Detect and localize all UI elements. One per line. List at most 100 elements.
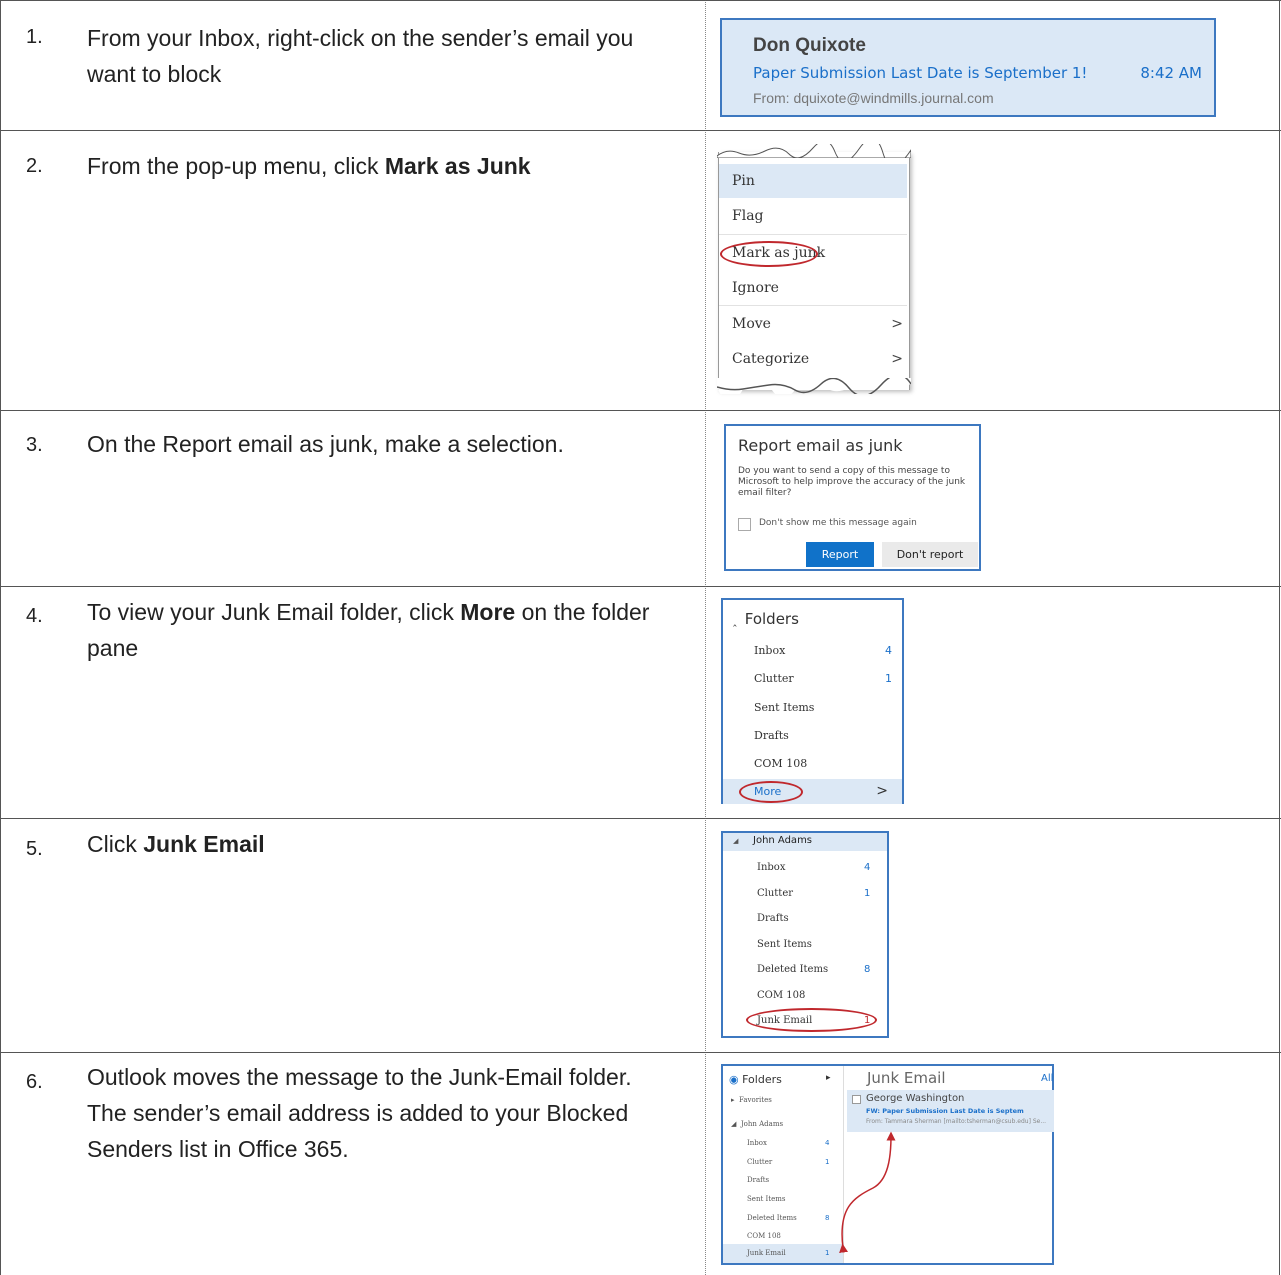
row-border: [0, 0, 1281, 1]
chevron-right-icon: >: [876, 783, 888, 799]
highlight-ellipse: [739, 781, 803, 803]
step-number: 5.: [26, 838, 43, 860]
account-header[interactable]: ◢ John Adams: [723, 833, 887, 851]
folder-item-com108[interactable]: COM 108: [754, 757, 807, 770]
menu-item-pin[interactable]: Pin: [719, 164, 907, 198]
collapse-triangle-icon: ◢: [731, 1120, 737, 1128]
table-border-left: [0, 0, 1, 1275]
dialog-title: Report email as junk: [738, 436, 903, 455]
step-text: On the Report email as junk, make a sele…: [87, 431, 564, 457]
message-from: From: Tammara Sherman [mailto:tsherman@c…: [866, 1118, 1047, 1125]
highlight-ellipse: [746, 1008, 877, 1032]
folder-item-com108[interactable]: COM 108: [747, 1232, 781, 1240]
folder-item-deleted[interactable]: Deleted Items: [747, 1214, 797, 1222]
chevron-right-icon: >: [891, 316, 903, 332]
dialog-body: Do you want to send a copy of this messa…: [738, 466, 966, 498]
unread-count: 1: [825, 1249, 830, 1257]
pane-title: Junk Email: [867, 1069, 946, 1087]
email-from: From: dquixote@windmills.journal.com: [753, 90, 994, 106]
context-menu: Pin Flag Mark as junk Ignore Move > Categ…: [717, 144, 911, 394]
folder-item-sent[interactable]: Sent Items: [754, 701, 814, 714]
step-number: 1.: [26, 26, 43, 48]
outlook-junk-view: ◉ Folders ▸ ▸ Favorites ◢ John Adams Inb…: [721, 1064, 1054, 1265]
folder-label: Junk Email: [747, 1249, 786, 1257]
step-text: Click Junk Email: [87, 831, 265, 857]
chevron-right-icon: >: [891, 351, 903, 367]
report-button[interactable]: Report: [806, 542, 874, 567]
unread-count: 8: [864, 964, 871, 975]
email-list-item[interactable]: Don Quixote Paper Submission Last Date i…: [720, 18, 1216, 117]
sender-name: Don Quixote: [753, 35, 866, 56]
unread-count: 8: [825, 1214, 830, 1222]
expand-triangle-icon: ▸: [731, 1096, 735, 1104]
folder-item-deleted[interactable]: Deleted Items: [757, 964, 828, 975]
folders-header[interactable]: ◉ Folders: [729, 1073, 782, 1086]
table-border-right: [1279, 0, 1280, 1275]
menu-item-move[interactable]: Move >: [719, 307, 907, 341]
folder-item-sent[interactable]: Sent Items: [757, 939, 812, 950]
sender-name: George Washington: [866, 1093, 965, 1104]
folder-item-clutter[interactable]: Clutter: [754, 672, 794, 685]
message-item[interactable]: George Washington FW: Paper Submission L…: [847, 1090, 1054, 1132]
step-text: To view your Junk Email folder, click Mo…: [87, 599, 650, 661]
step-number: 3.: [26, 434, 43, 456]
folder-item-sent[interactable]: Sent Items: [747, 1195, 785, 1203]
folder-item-drafts[interactable]: Drafts: [754, 729, 789, 742]
checkbox-label: Don't show me this message again: [759, 518, 917, 528]
menu-item-categorize[interactable]: Categorize >: [719, 342, 907, 376]
unread-count: 1: [864, 888, 871, 899]
unread-count: 1: [825, 1158, 830, 1166]
folder-item-clutter[interactable]: Clutter: [747, 1158, 772, 1166]
row-border: [0, 130, 1281, 131]
folder-item-drafts[interactable]: Drafts: [747, 1176, 769, 1184]
dont-show-checkbox[interactable]: [738, 518, 751, 531]
folder-item-junk-email-selected[interactable]: Junk Email 1: [723, 1244, 843, 1263]
folder-item-clutter[interactable]: Clutter: [757, 888, 793, 899]
folders-header[interactable]: ‸ Folders: [733, 610, 799, 628]
folder-item-inbox[interactable]: Inbox: [754, 644, 785, 657]
email-time: 8:42 AM: [1140, 64, 1202, 82]
torn-edge-top: [717, 144, 911, 158]
report-junk-dialog: Report email as junk Do you want to send…: [724, 424, 981, 571]
pin-icon[interactable]: ▸: [826, 1073, 831, 1083]
row-border: [0, 586, 1281, 587]
row-border: [0, 410, 1281, 411]
unread-count: 4: [825, 1139, 830, 1147]
folders-pane: ‸ Folders Inbox 4 Clutter 1 Sent Items Dr…: [721, 598, 904, 804]
email-subject: Paper Submission Last Date is September …: [753, 64, 1088, 82]
filter-all[interactable]: All: [1041, 1073, 1053, 1084]
account-name: John Adams: [753, 835, 813, 846]
menu-divider: [719, 305, 907, 306]
torn-edge-bottom: [717, 378, 911, 394]
row-border: [0, 1052, 1281, 1053]
step-number: 4.: [26, 605, 43, 627]
unread-count: 1: [885, 672, 892, 685]
step-number: 6.: [26, 1071, 43, 1093]
menu-item-ignore[interactable]: Ignore: [719, 271, 907, 305]
folder-item-inbox[interactable]: Inbox: [747, 1139, 767, 1147]
message-subject: FW: Paper Submission Last Date is Septem: [866, 1107, 1024, 1115]
select-checkbox[interactable]: [852, 1095, 861, 1104]
unread-count: 4: [864, 862, 871, 873]
folder-item-inbox[interactable]: Inbox: [757, 862, 785, 873]
step-text: From the pop-up menu, click Mark as Junk: [87, 153, 531, 179]
step-number: 2.: [26, 155, 43, 177]
row-border: [0, 818, 1281, 819]
collapse-triangle-icon: ◢: [733, 837, 739, 845]
step-text: Outlook moves the message to the Junk-Em…: [87, 1064, 632, 1162]
folder-pane: ◉ Folders ▸ ▸ Favorites ◢ John Adams Inb…: [723, 1066, 844, 1263]
folder-item-com108[interactable]: COM 108: [757, 990, 805, 1001]
account-group[interactable]: ◢ John Adams: [731, 1120, 783, 1128]
back-circle-icon: ◉: [729, 1073, 739, 1086]
caret-up-icon: ‸: [733, 614, 737, 627]
step-text: From your Inbox, right-click on the send…: [87, 25, 634, 87]
account-folders-pane: ◢ John Adams Inbox 4 Clutter 1 Drafts Se…: [721, 831, 889, 1038]
highlight-ellipse: [720, 241, 818, 267]
folder-item-drafts[interactable]: Drafts: [757, 913, 789, 924]
favorites-group[interactable]: ▸ Favorites: [731, 1096, 772, 1104]
more-button[interactable]: More >: [723, 779, 902, 804]
menu-item-flag[interactable]: Flag: [719, 199, 907, 233]
menu-divider: [719, 234, 907, 235]
dont-report-button[interactable]: Don't report: [882, 542, 978, 567]
unread-count: 4: [885, 644, 892, 657]
